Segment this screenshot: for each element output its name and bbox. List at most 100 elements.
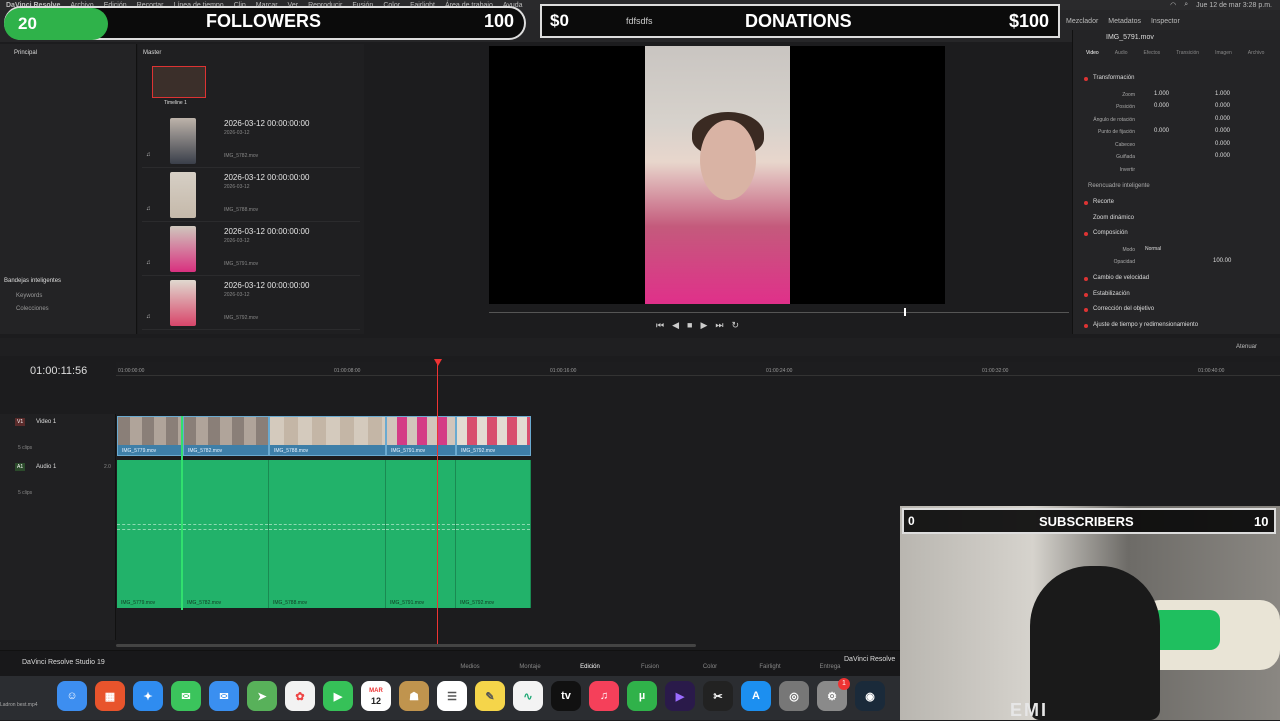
zoom-x-field[interactable]: 1.000 xyxy=(1154,91,1169,97)
video-clip[interactable]: IMG_5792.mov xyxy=(456,416,531,456)
timeline-playhead[interactable] xyxy=(437,360,438,644)
clip-thumbnail[interactable] xyxy=(170,172,196,218)
clip-thumbnail[interactable] xyxy=(170,280,196,326)
tab-file[interactable]: Archivo xyxy=(1248,50,1265,56)
video-clip[interactable]: IMG_5788.mov xyxy=(269,416,386,456)
go-to-start-icon[interactable]: ⏮ xyxy=(656,320,664,331)
section-stabilization[interactable]: Estabilización xyxy=(1093,291,1130,297)
wifi-icon[interactable]: ◠ xyxy=(1170,1,1176,9)
loop-icon[interactable]: ↻ xyxy=(732,320,740,331)
track-a1-badge[interactable]: A1 xyxy=(15,463,26,471)
composite-mode-select[interactable]: Normal xyxy=(1145,246,1161,252)
page-tab-fusion[interactable]: Fusion xyxy=(620,654,680,670)
audio-clip[interactable]: IMG_5782.mov xyxy=(183,460,269,608)
section-enabled-dot[interactable] xyxy=(1084,277,1088,281)
section-enabled-dot[interactable] xyxy=(1084,232,1088,236)
page-tab-color[interactable]: Color xyxy=(680,654,740,670)
apple-tv-icon[interactable]: tv xyxy=(551,681,581,711)
tab-transition[interactable]: Transición xyxy=(1176,50,1199,56)
media-clip-row[interactable]: ♫ 2026-03-12 00:00:00:00 2026-03-12 IMG_… xyxy=(142,278,360,330)
section-lens-correction[interactable]: Corrección del objetivo xyxy=(1093,306,1154,312)
section-dynamic-zoom[interactable]: Zoom dinámico xyxy=(1093,215,1134,221)
audio-dim-button[interactable]: Atenuar xyxy=(1236,344,1257,350)
track-v1-badge[interactable]: V1 xyxy=(15,418,26,426)
clip-thumbnail[interactable] xyxy=(170,226,196,272)
rotation-field[interactable]: 0.000 xyxy=(1215,116,1230,122)
davinci-resolve-icon[interactable]: ◉ xyxy=(855,681,885,711)
freeform-icon[interactable]: ∿ xyxy=(513,681,543,711)
position-y-field[interactable]: 0.000 xyxy=(1215,103,1230,109)
section-enabled-dot[interactable] xyxy=(1084,308,1088,312)
mixer-button[interactable]: Mezclador xyxy=(1066,18,1098,25)
facetime-icon[interactable]: ▶ xyxy=(323,681,353,711)
media-clip-row[interactable]: ♫ 2026-03-12 00:00:00:00 2026-03-12 IMG_… xyxy=(142,170,360,222)
compressor-icon[interactable]: ◎ xyxy=(779,681,809,711)
page-tab-fairlight[interactable]: Fairlight xyxy=(740,654,800,670)
play-reverse-icon[interactable]: ◀ xyxy=(672,320,679,331)
viewer-scrubber[interactable] xyxy=(489,312,1069,313)
tab-effects[interactable]: Efectos xyxy=(1144,50,1161,56)
track-v1-name[interactable]: Video 1 xyxy=(36,419,56,425)
media-clip-row[interactable]: ♫ 2026-03-12 00:00:00:00 2026-03-12 IMG_… xyxy=(142,224,360,276)
section-enabled-dot[interactable] xyxy=(1084,77,1088,81)
stop-icon[interactable]: ■ xyxy=(687,320,692,331)
smart-bins-title[interactable]: Bandejas inteligentes xyxy=(4,278,61,284)
track-a1-name[interactable]: Audio 1 xyxy=(36,464,56,470)
play-icon[interactable]: ▶ xyxy=(700,320,707,331)
clip-thumbnail[interactable] xyxy=(170,118,196,164)
timeline-ruler[interactable] xyxy=(116,362,1280,376)
pitch-field[interactable]: 0.000 xyxy=(1215,141,1230,147)
section-retime[interactable]: Ajuste de tiempo y redimensionamiento xyxy=(1093,322,1198,328)
anchor-x-field[interactable]: 0.000 xyxy=(1154,128,1169,134)
calendar-icon[interactable]: MAR 12 xyxy=(361,681,391,711)
contacts-icon[interactable]: ☗ xyxy=(399,681,429,711)
anchor-y-field[interactable]: 0.000 xyxy=(1215,128,1230,134)
media-clip-row[interactable]: ♫ 2026-03-12 00:00:00:00 2026-03-12 IMG_… xyxy=(142,116,360,168)
notes-icon[interactable]: ✎ xyxy=(475,681,505,711)
utorrent-icon[interactable]: µ xyxy=(627,681,657,711)
page-tab-cut[interactable]: Montaje xyxy=(500,654,560,670)
timeline-thumbnail[interactable] xyxy=(152,66,206,98)
position-x-field[interactable]: 0.000 xyxy=(1154,103,1169,109)
audio-clip[interactable]: IMG_5788.mov xyxy=(269,460,386,608)
timeline-scrollbar[interactable] xyxy=(116,644,696,647)
tab-audio[interactable]: Audio xyxy=(1115,50,1128,56)
section-enabled-dot[interactable] xyxy=(1084,324,1088,328)
app-store-icon[interactable]: A xyxy=(741,681,771,711)
timeline-playhead-handle[interactable] xyxy=(434,359,442,366)
metadata-button[interactable]: Metadatos xyxy=(1108,18,1141,25)
bin-principal[interactable]: Principal xyxy=(14,50,37,56)
app-icon[interactable]: ▶ xyxy=(665,681,695,711)
page-tab-media[interactable]: Medios xyxy=(440,654,500,670)
safari-icon[interactable]: ✦ xyxy=(133,681,163,711)
smart-bin-collections[interactable]: Colecciones xyxy=(16,306,49,312)
smart-bin-keywords[interactable]: Keywords xyxy=(16,293,42,299)
video-clip[interactable]: IMG_5782.mov xyxy=(183,416,269,456)
menubar-datetime[interactable]: Jue 12 de mar 3:28 p.m. xyxy=(1196,2,1272,9)
audio-clip[interactable]: IMG_5791.mov xyxy=(386,460,456,608)
audio-clip[interactable]: IMG_5779.mov xyxy=(117,460,183,608)
video-clip[interactable]: IMG_5779.mov xyxy=(117,416,183,456)
zoom-y-field[interactable]: 1.000 xyxy=(1215,91,1230,97)
final-cut-icon[interactable]: ✂ xyxy=(703,681,733,711)
music-icon[interactable]: ♫ xyxy=(589,681,619,711)
page-tab-edit[interactable]: Edición xyxy=(560,654,620,670)
audio-clip[interactable]: IMG_5792.mov xyxy=(456,460,531,608)
section-speed-change[interactable]: Cambio de velocidad xyxy=(1093,275,1149,281)
inspector-button[interactable]: Inspector xyxy=(1151,18,1180,25)
maps-icon[interactable]: ➤ xyxy=(247,681,277,711)
section-smart-reframe[interactable]: Reencuadre inteligente xyxy=(1088,183,1150,189)
launchpad-icon[interactable]: ▦ xyxy=(95,681,125,711)
go-to-end-icon[interactable]: ⏭ xyxy=(715,320,723,331)
section-composite[interactable]: Composición xyxy=(1093,230,1128,236)
section-enabled-dot[interactable] xyxy=(1084,201,1088,205)
search-icon[interactable]: ⌕ xyxy=(1184,1,1188,9)
tab-video[interactable]: Video xyxy=(1086,50,1099,56)
section-enabled-dot[interactable] xyxy=(1084,293,1088,297)
tab-image[interactable]: Imagen xyxy=(1215,50,1232,56)
reminders-icon[interactable]: ☰ xyxy=(437,681,467,711)
viewer-playhead[interactable] xyxy=(904,308,906,316)
video-clip[interactable]: IMG_5791.mov xyxy=(386,416,456,456)
section-crop[interactable]: Recorte xyxy=(1093,199,1114,205)
section-transform[interactable]: Transformación xyxy=(1093,75,1134,81)
